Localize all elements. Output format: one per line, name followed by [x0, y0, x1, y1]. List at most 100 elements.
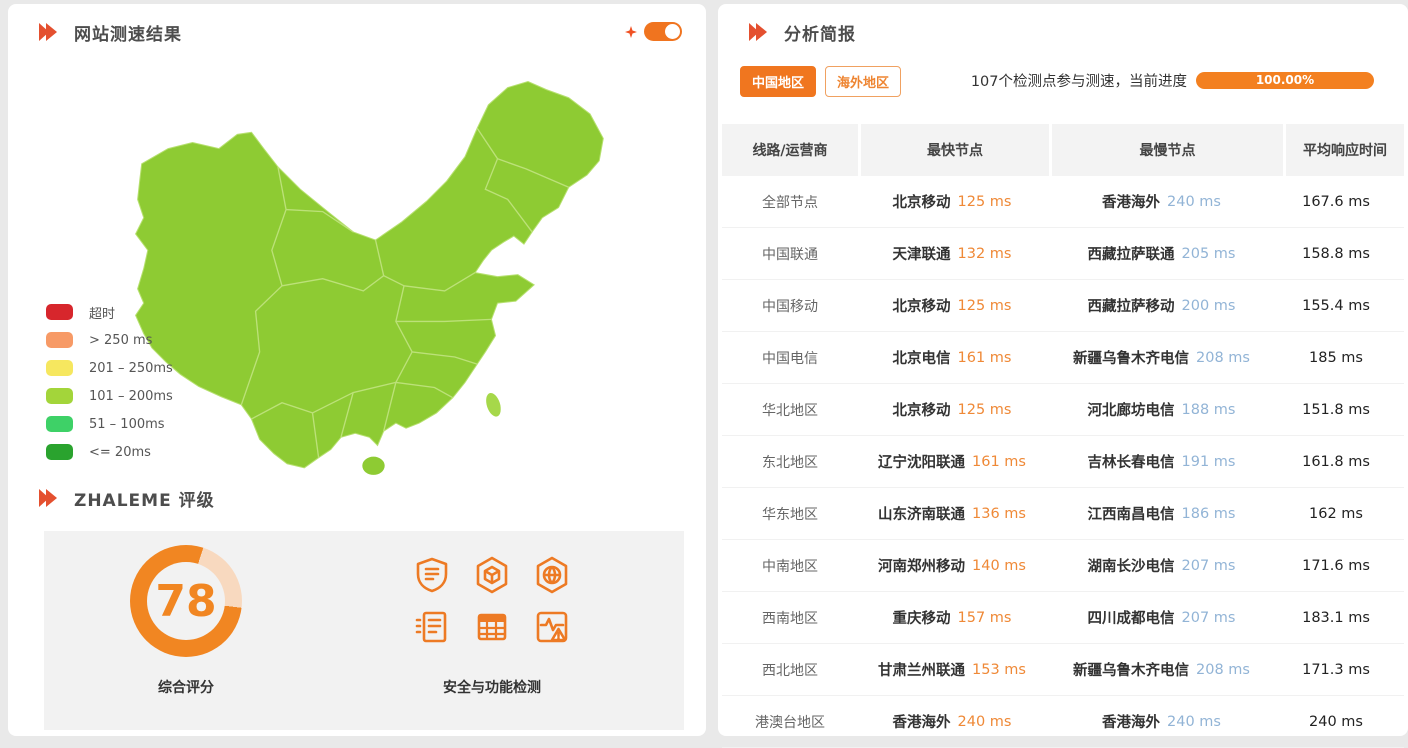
legend-swatch [46, 388, 73, 404]
table-row: 西南地区 重庆移动 157 ms 四川成都电信 207 ms 183.1 ms [722, 592, 1404, 644]
fast-node-name: 辽宁沈阳联通 [878, 451, 965, 472]
table-row: 全部节点 北京移动 125 ms 香港海外 240 ms 167.6 ms [722, 176, 1404, 228]
slow-node-ms: 188 ms [1182, 402, 1236, 418]
fast-node-name: 北京移动 [893, 191, 951, 212]
cell-slowest-node: 湖南长沙电信 207 ms [1046, 540, 1277, 591]
cell-slowest-node: 西藏拉萨移动 200 ms [1046, 280, 1277, 331]
cell-fastest-node: 重庆移动 157 ms [858, 592, 1046, 643]
tab-china-region[interactable]: 中国地区 [740, 66, 816, 97]
fast-node-name: 甘肃兰州联通 [878, 659, 965, 680]
cell-line-name: 华东地区 [722, 488, 858, 539]
legend-label: 201 – 250ms [89, 361, 173, 376]
tab-overseas-region[interactable]: 海外地区 [825, 66, 901, 97]
table-row: 华北地区 北京移动 125 ms 河北廊坊电信 188 ms 151.8 ms [722, 384, 1404, 436]
table-row: 西北地区 甘肃兰州联通 153 ms 新疆乌鲁木齐电信 208 ms 171.3… [722, 644, 1404, 696]
table-row: 中国移动 北京移动 125 ms 西藏拉萨移动 200 ms 155.4 ms [722, 280, 1404, 332]
spreadsheet-icon[interactable] [462, 601, 522, 653]
cell-line-name: 中国移动 [722, 280, 858, 331]
cell-line-name: 华北地区 [722, 384, 858, 435]
slow-node-ms: 191 ms [1182, 454, 1236, 470]
slow-node-name: 西藏拉萨移动 [1088, 295, 1175, 316]
region-tabs: 中国地区 海外地区 [740, 66, 901, 97]
cell-slowest-node: 四川成都电信 207 ms [1046, 592, 1277, 643]
legend-item: 51 – 100ms [46, 416, 173, 432]
score-label: 综合评分 [106, 677, 266, 697]
legend-item: 201 – 250ms [46, 360, 173, 376]
cell-slowest-node: 新疆乌鲁木齐电信 208 ms [1046, 332, 1277, 383]
fast-node-ms: 125 ms [958, 402, 1012, 418]
slow-node-ms: 207 ms [1182, 558, 1236, 574]
cell-average-ms: 185 ms [1277, 332, 1395, 383]
cell-average-ms: 171.3 ms [1277, 644, 1395, 695]
progress-bar: 100.00% [1196, 72, 1374, 89]
cell-fastest-node: 北京移动 125 ms [858, 280, 1046, 331]
speed-test-panel: 网站测速结果 [8, 4, 706, 736]
cell-fastest-node: 天津联通 132 ms [858, 228, 1046, 279]
fast-node-name: 河南郑州移动 [878, 555, 965, 576]
slow-node-name: 新疆乌鲁木齐电信 [1073, 659, 1189, 680]
package-hexagon-icon[interactable] [462, 549, 522, 601]
score-donut: 78 [130, 545, 242, 657]
section-chevron-icon [38, 488, 60, 508]
audit-list-icon[interactable] [402, 601, 462, 653]
toggle-knob [665, 24, 680, 39]
fast-node-ms: 125 ms [958, 194, 1012, 210]
slow-node-name: 四川成都电信 [1088, 607, 1175, 628]
col-header-average: 平均响应时间 [1286, 124, 1404, 176]
cell-fastest-node: 香港海外 240 ms [858, 696, 1046, 747]
legend-label: 51 – 100ms [89, 417, 165, 432]
globe-hexagon-icon[interactable] [522, 549, 582, 601]
cell-line-name: 中国电信 [722, 332, 858, 383]
slow-node-ms: 240 ms [1167, 714, 1221, 730]
cell-slowest-node: 新疆乌鲁木齐电信 208 ms [1046, 644, 1277, 695]
cell-line-name: 西北地区 [722, 644, 858, 695]
table-row: 中南地区 河南郑州移动 140 ms 湖南长沙电信 207 ms 171.6 m… [722, 540, 1404, 592]
analysis-header: 分析简报 [718, 4, 1408, 60]
slow-node-ms: 186 ms [1182, 506, 1236, 522]
slow-node-name: 新疆乌鲁木齐电信 [1073, 347, 1189, 368]
section-chevron-icon [38, 22, 60, 42]
map-display-toggle[interactable] [644, 22, 682, 41]
fast-node-ms: 161 ms [958, 350, 1012, 366]
slow-node-name: 江西南昌电信 [1088, 503, 1175, 524]
taiwan-island [483, 391, 503, 418]
progress-text: 107个检测点参与测速，当前进度 [971, 70, 1187, 91]
score-value: 78 [155, 576, 216, 627]
legend-swatch [46, 360, 73, 376]
legend-label: 超时 [89, 303, 115, 322]
map-watermark [501, 370, 566, 435]
table-body: 全部节点 北京移动 125 ms 香港海外 240 ms 167.6 ms 中国… [722, 176, 1404, 748]
cell-slowest-node: 西藏拉萨联通 205 ms [1046, 228, 1277, 279]
cell-average-ms: 161.8 ms [1277, 436, 1395, 487]
legend-swatch [46, 332, 73, 348]
table-row: 东北地区 辽宁沈阳联通 161 ms 吉林长春电信 191 ms 161.8 m… [722, 436, 1404, 488]
slow-node-ms: 240 ms [1167, 194, 1221, 210]
fast-node-name: 北京电信 [893, 347, 951, 368]
slow-node-ms: 200 ms [1182, 298, 1236, 314]
fast-node-ms: 153 ms [972, 662, 1026, 678]
slow-node-name: 河北廊坊电信 [1088, 399, 1175, 420]
cell-line-name: 全部节点 [722, 176, 858, 227]
table-row: 中国电信 北京电信 161 ms 新疆乌鲁木齐电信 208 ms 185 ms [722, 332, 1404, 384]
rating-header: ZHALEME 评级 [8, 472, 706, 524]
col-header-slowest: 最慢节点 [1052, 124, 1283, 176]
cell-fastest-node: 河南郑州移动 140 ms [858, 540, 1046, 591]
legend-item: 101 – 200ms [46, 388, 173, 404]
fast-node-ms: 157 ms [958, 610, 1012, 626]
latency-table: 线路/运营商 最快节点 最慢节点 平均响应时间 全部节点 北京移动 125 ms… [722, 124, 1404, 748]
cell-slowest-node: 香港海外 240 ms [1046, 176, 1277, 227]
cell-line-name: 西南地区 [722, 592, 858, 643]
shield-file-icon[interactable] [402, 549, 462, 601]
legend-item: > 250 ms [46, 332, 173, 348]
security-icons-grid [402, 549, 582, 653]
table-header-row: 线路/运营商 最快节点 最慢节点 平均响应时间 [722, 124, 1404, 176]
legend-label: > 250 ms [89, 333, 152, 348]
table-row: 中国联通 天津联通 132 ms 西藏拉萨联通 205 ms 158.8 ms [722, 228, 1404, 280]
monitor-alert-icon[interactable] [522, 601, 582, 653]
cell-fastest-node: 甘肃兰州联通 153 ms [858, 644, 1046, 695]
latency-legend: 超时 > 250 ms 201 – 250ms 101 – 200ms 51 –… [46, 304, 173, 460]
cell-average-ms: 183.1 ms [1277, 592, 1395, 643]
legend-item: <= 20ms [46, 444, 173, 460]
cell-line-name: 东北地区 [722, 436, 858, 487]
legend-label: 101 – 200ms [89, 389, 173, 404]
